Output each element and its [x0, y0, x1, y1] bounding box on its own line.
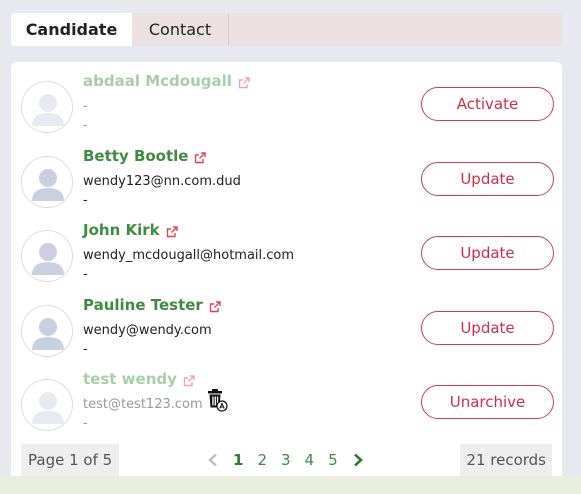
candidate-extra: -: [83, 193, 88, 208]
candidate-email: wendy_mcdougall@hotmail.com: [83, 248, 295, 263]
candidate-name-link[interactable]: test wendy: [83, 370, 177, 388]
candidate-email: wendy123@nn.com.dud: [83, 174, 241, 189]
page-link-1[interactable]: 1: [233, 451, 243, 469]
candidate-extra: -: [83, 118, 88, 133]
external-link-icon[interactable]: [238, 75, 250, 89]
update-button[interactable]: Update: [421, 236, 554, 270]
candidate-list-panel: abdaal Mcdougall - - Activate Betty Boot…: [11, 62, 562, 482]
candidate-email: test@test123.com: [83, 397, 203, 412]
tab-contact[interactable]: Contact: [132, 13, 229, 46]
candidate-name-link[interactable]: Betty Bootle: [83, 147, 188, 165]
unarchive-button[interactable]: Unarchive: [421, 385, 554, 419]
candidate-row: Betty Bootle wendy123@nn.com.dud - Updat…: [11, 145, 562, 219]
chevron-left-icon[interactable]: [207, 453, 219, 467]
page-link-4[interactable]: 4: [305, 451, 315, 469]
page-links: 1 2 3 4 5: [207, 444, 364, 476]
candidate-name-link[interactable]: Pauline Tester: [83, 296, 203, 314]
external-link-icon[interactable]: [166, 224, 178, 238]
update-button[interactable]: Update: [421, 311, 554, 345]
page-link-2[interactable]: 2: [257, 451, 267, 469]
candidate-extra: -: [83, 416, 88, 431]
candidate-name-link[interactable]: abdaal Mcdougall: [83, 72, 232, 90]
user-avatar-icon: [21, 305, 73, 357]
user-avatar-icon: [21, 156, 73, 208]
candidate-row: Pauline Tester wendy@wendy.com - Update: [11, 294, 562, 368]
user-avatar-icon: [21, 230, 73, 282]
activate-button[interactable]: Activate: [421, 87, 554, 121]
chevron-right-icon[interactable]: [352, 453, 364, 467]
candidate-row: test wendy test@test123.com - Unarchive: [11, 368, 562, 442]
external-link-icon[interactable]: [194, 150, 207, 164]
external-link-icon[interactable]: [209, 299, 221, 313]
update-button[interactable]: Update: [421, 162, 554, 196]
page-link-3[interactable]: 3: [281, 451, 291, 469]
candidate-row: abdaal Mcdougall - - Activate: [11, 70, 562, 144]
candidate-email: wendy@wendy.com: [83, 323, 212, 338]
candidate-extra: -: [83, 342, 88, 357]
bottom-strip: [0, 476, 581, 494]
archive-trash-icon: [206, 388, 228, 412]
user-avatar-icon: [21, 379, 73, 431]
candidate-extra: -: [83, 267, 88, 282]
candidate-row: John Kirk wendy_mcdougall@hotmail.com - …: [11, 219, 562, 293]
user-avatar-icon: [21, 81, 73, 133]
candidate-email: -: [83, 99, 88, 114]
page-link-5[interactable]: 5: [328, 451, 338, 469]
candidate-name-link[interactable]: John Kirk: [83, 221, 160, 239]
external-link-icon[interactable]: [183, 373, 195, 387]
record-count: 21 records: [460, 444, 552, 476]
tab-candidate[interactable]: Candidate: [11, 13, 132, 46]
tab-bar: Candidate Contact: [11, 13, 562, 46]
page-info: Page 1 of 5: [21, 444, 120, 476]
pagination-bar: Page 1 of 5 1 2 3 4 5 21 records: [21, 444, 552, 476]
